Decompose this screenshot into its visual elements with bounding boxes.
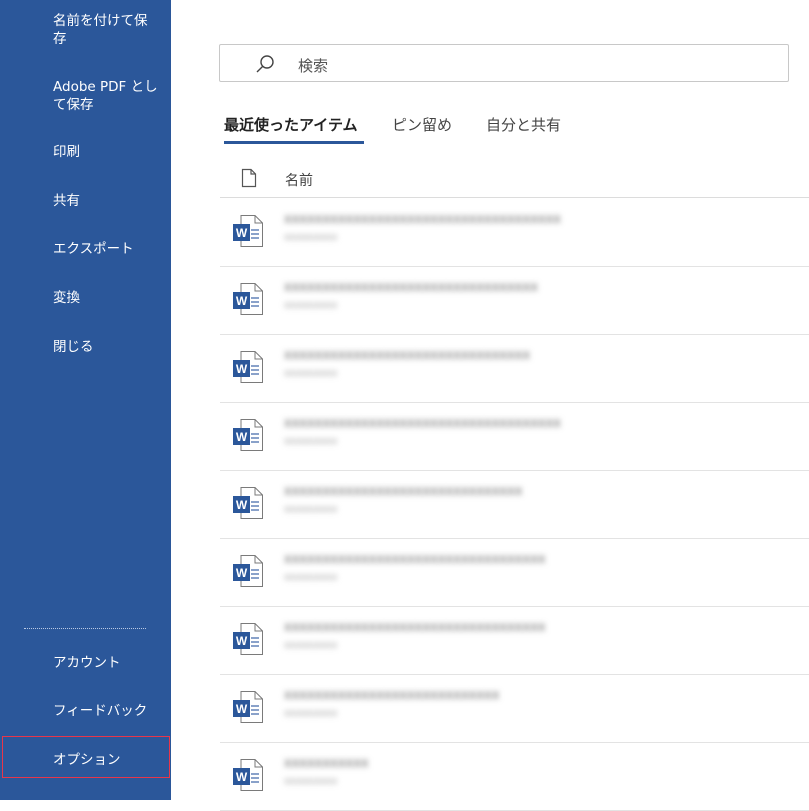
file-path: xxxxxxxxx (284, 504, 338, 515)
word-document-icon: W (232, 418, 264, 452)
svg-text:W: W (236, 226, 248, 240)
nav-transform-label: 変換 (53, 290, 80, 306)
nav-export[interactable]: エクスポート (0, 240, 171, 258)
file-path: xxxxxxxxx (284, 232, 338, 243)
file-name: xxxxxxxxxxxxxxxxxxxxxxxxxxxxxxxxxx (284, 620, 546, 635)
file-row[interactable]: Wxxxxxxxxxxx xxxxxxxxx (220, 742, 809, 811)
svg-text:W: W (236, 430, 248, 444)
file-row[interactable]: Wxxxxxxxxxxxxxxxxxxxxxxxxxxxxxxxxxxxxxxx… (220, 198, 809, 267)
nav-print[interactable]: 印刷 (0, 143, 171, 161)
svg-text:W: W (236, 498, 248, 512)
search-placeholder: 検索 (298, 57, 329, 75)
file-name: xxxxxxxxxxxxxxxxxxxxxxxxxxxxxxx (284, 484, 523, 499)
nav-save-as-adobe-pdf[interactable]: Adobe PDF とし て保存 (0, 78, 171, 114)
column-header-name[interactable]: 名前 (285, 170, 313, 190)
search-icon (256, 55, 274, 73)
nav-save-as-label-line1: 名前を付けて保 (53, 13, 148, 29)
word-document-icon: W (232, 214, 264, 248)
file-path: xxxxxxxxx (284, 708, 338, 719)
nav-account-label: アカウント (53, 655, 121, 671)
file-name: xxxxxxxxxxx (284, 756, 369, 771)
nav-options-label: オプション (53, 752, 121, 768)
word-document-icon: W (232, 350, 264, 384)
word-document-icon: W (232, 622, 264, 656)
file-path: xxxxxxxxx (284, 776, 338, 787)
file-name: xxxxxxxxxxxxxxxxxxxxxxxxxxxxxxxxxxxx (284, 416, 561, 431)
backstage-sidebar: 名前を付けて保 存 Adobe PDF とし て保存 印刷 共有 エクスポート … (0, 0, 171, 800)
tab-shared-with-me[interactable]: 自分と共有 (486, 114, 561, 135)
word-document-icon: W (232, 282, 264, 316)
nav-save-as-label-line2: 存 (53, 31, 67, 47)
nav-export-label: エクスポート (53, 241, 134, 257)
svg-text:W: W (236, 294, 248, 308)
open-panel: 検索 最近使ったアイテム ピン留め 自分と共有 名前 Wxxxxxxxxxxxx… (171, 0, 809, 811)
file-path: xxxxxxxxx (284, 436, 338, 447)
file-path: xxxxxxxxx (284, 572, 338, 583)
svg-text:W: W (236, 702, 248, 716)
file-row[interactable]: Wxxxxxxxxxxxxxxxxxxxxxxxxxxxxxxxxxxxxxxx… (220, 334, 809, 403)
tab-recent[interactable]: 最近使ったアイテム (224, 114, 358, 135)
word-document-icon: W (232, 758, 264, 792)
document-icon (241, 168, 257, 188)
active-tab-indicator (224, 141, 364, 144)
nav-transform[interactable]: 変換 (0, 289, 171, 307)
nav-feedback[interactable]: フィードバック (0, 702, 171, 720)
nav-options[interactable]: オプション (0, 751, 171, 769)
nav-share[interactable]: 共有 (0, 192, 171, 210)
list-header: 名前 (220, 160, 809, 198)
file-path: xxxxxxxxx (284, 300, 338, 311)
nav-close-label: 閉じる (53, 339, 94, 355)
word-document-icon: W (232, 486, 264, 520)
tab-pinned[interactable]: ピン留め (392, 114, 452, 135)
file-path: xxxxxxxxx (284, 368, 338, 379)
svg-text:W: W (236, 566, 248, 580)
svg-text:W: W (236, 362, 248, 376)
nav-adobe-pdf-label-line1: Adobe PDF とし (53, 79, 158, 95)
nav-divider (24, 628, 146, 629)
nav-feedback-label: フィードバック (53, 703, 148, 719)
nav-share-label: 共有 (53, 193, 80, 209)
file-name: xxxxxxxxxxxxxxxxxxxxxxxxxxxxxxxxxx (284, 552, 546, 567)
svg-text:W: W (236, 634, 248, 648)
file-name: xxxxxxxxxxxxxxxxxxxxxxxxxxxxxxxxx (284, 280, 538, 295)
search-box[interactable]: 検索 (219, 44, 789, 82)
file-row[interactable]: Wxxxxxxxxxxxxxxxxxxxxxxxxxxxxxxxxxxxxxxx… (220, 538, 809, 607)
file-row[interactable]: Wxxxxxxxxxxxxxxxxxxxxxxxxxxxx xxxxxxxxx (220, 674, 809, 743)
file-name: xxxxxxxxxxxxxxxxxxxxxxxxxxxxxxxxxxxx (284, 212, 561, 227)
file-name: xxxxxxxxxxxxxxxxxxxxxxxxxxxx (284, 688, 500, 703)
nav-save-as[interactable]: 名前を付けて保 存 (0, 12, 171, 48)
word-document-icon: W (232, 690, 264, 724)
svg-text:W: W (236, 770, 248, 784)
word-document-icon: W (232, 554, 264, 588)
nav-close[interactable]: 閉じる (0, 338, 171, 356)
file-row[interactable]: Wxxxxxxxxxxxxxxxxxxxxxxxxxxxxxxxxxxxxxxx… (220, 266, 809, 335)
nav-adobe-pdf-label-line2: て保存 (53, 97, 94, 113)
nav-print-label: 印刷 (53, 144, 80, 160)
file-row[interactable]: Wxxxxxxxxxxxxxxxxxxxxxxxxxxxxxxxxxxxxxxx… (220, 402, 809, 471)
file-row[interactable]: Wxxxxxxxxxxxxxxxxxxxxxxxxxxxxxxxxxxxxxxx… (220, 470, 809, 539)
file-path: xxxxxxxxx (284, 640, 338, 651)
nav-account[interactable]: アカウント (0, 654, 171, 672)
file-name: xxxxxxxxxxxxxxxxxxxxxxxxxxxxxxxx (284, 348, 531, 363)
file-row[interactable]: Wxxxxxxxxxxxxxxxxxxxxxxxxxxxxxxxxxxxxxxx… (220, 606, 809, 675)
